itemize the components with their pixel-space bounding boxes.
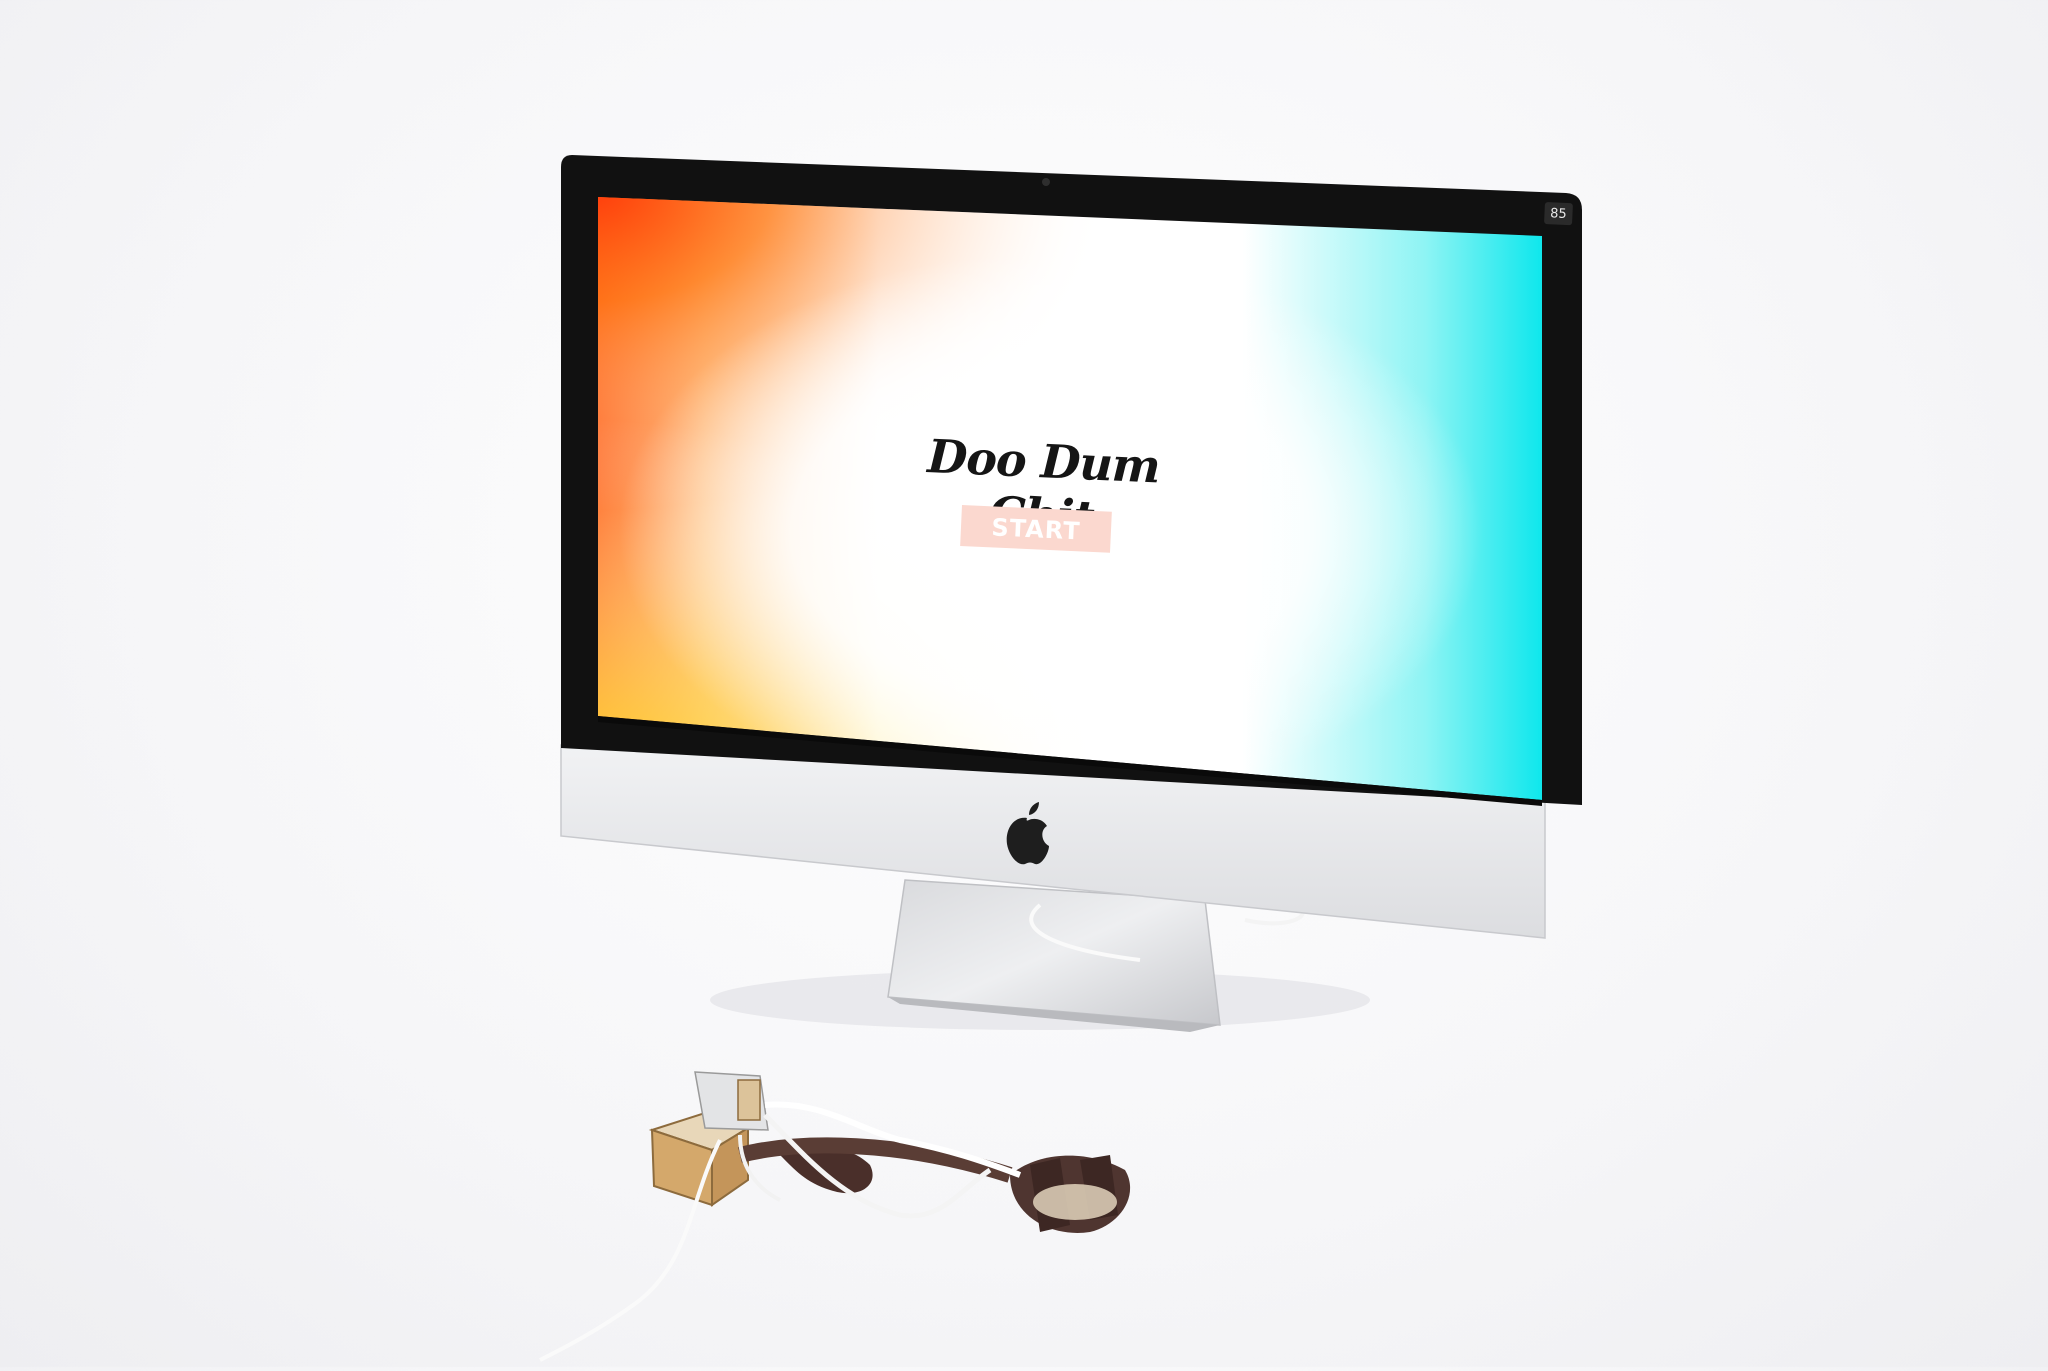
fps-counter-badge: 85 <box>1544 202 1573 226</box>
photo-scene: 85 Doo Dum Chit START <box>0 0 2048 1367</box>
start-button[interactable]: START <box>960 505 1112 553</box>
webcam-icon <box>1042 178 1050 186</box>
wearable-device <box>539 1071 1131 1362</box>
photo-illustration <box>539 155 1582 1362</box>
